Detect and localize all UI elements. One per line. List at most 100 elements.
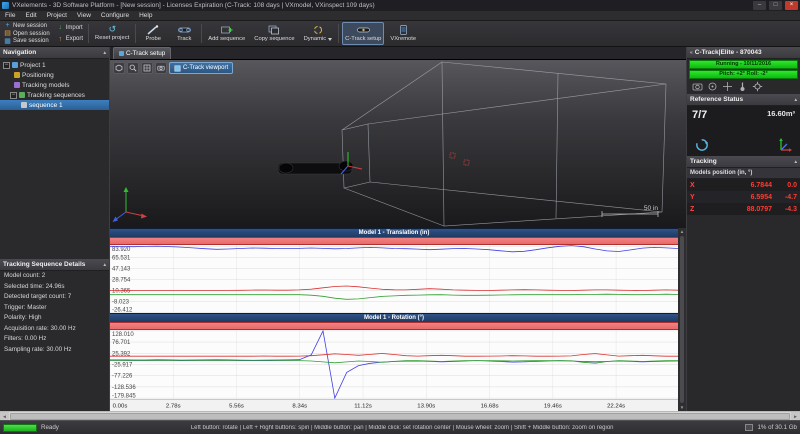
collapse-chevron-icon: ▴ [794, 96, 797, 103]
tracking-header[interactable]: Tracking ▴ [687, 156, 800, 168]
svg-text:11.12s: 11.12s [354, 404, 372, 410]
menu-view[interactable]: View [72, 11, 96, 21]
gear-icon[interactable] [752, 81, 763, 92]
ctrack-viewport-toggle[interactable]: C-Track viewport [169, 62, 234, 74]
svg-text:10.365: 10.365 [112, 288, 131, 294]
tree-item-tracking-models[interactable]: Tracking models [0, 80, 109, 90]
tree-item-positioning[interactable]: Positioning [0, 70, 109, 80]
camera-icon[interactable] [692, 81, 703, 92]
reference-status-header[interactable]: Reference Status ▴ [687, 94, 800, 106]
rotation-chart-selection-band[interactable] [110, 322, 678, 330]
menu-configure[interactable]: Configure [96, 11, 134, 21]
expander-icon[interactable]: − [10, 91, 17, 99]
import-button[interactable]: ↓ Import [55, 24, 85, 32]
collapse-panel-icon[interactable]: « [690, 50, 693, 56]
reset-project-label: Reset project [95, 35, 130, 42]
position-row-y: Y 6.5954 -4.7 [687, 191, 800, 203]
project-tree: − Project 1 Positioning Tracking models … [0, 59, 109, 259]
status-ready: Ready [41, 424, 59, 431]
detail-row: Sampling rate: 30.00 Hz [4, 345, 72, 353]
maximize-button[interactable]: □ [769, 1, 782, 10]
svg-text:-128.536: -128.536 [112, 385, 136, 391]
svg-text:19.46s: 19.46s [544, 404, 562, 410]
tab-ctrack-setup[interactable]: C-Track setup [113, 47, 172, 59]
sequence-details-header[interactable]: Tracking Sequence Details ▴ [0, 259, 109, 271]
navigation-panel: Navigation ▴ − Project 1 Positioning Tra… [0, 47, 110, 411]
dropdown-caret-icon [328, 37, 333, 41]
crosshair-icon[interactable] [722, 81, 733, 92]
detail-row: Model count: 2 [4, 272, 46, 279]
translation-chart[interactable]: 83.920 65.531 47.143 28.754 10.365 -8.023 -26.… [110, 245, 678, 313]
axis-label: Z [690, 205, 695, 213]
tracking-models-icon [14, 82, 20, 88]
scroll-down-icon[interactable]: ▼ [680, 404, 684, 411]
navigation-header[interactable]: Navigation ▴ [0, 47, 109, 59]
main-toolbar: + New session ▤ Open session ▦ Save sess… [0, 21, 800, 47]
svg-text:16.68s: 16.68s [481, 404, 499, 410]
rotation-chart-plot[interactable]: 128.01076.70125.392-25.917-77.226-128.53… [110, 330, 678, 399]
tree-item-label: sequence 1 [29, 101, 63, 109]
zoom-view-button[interactable] [127, 62, 139, 74]
fit-view-button[interactable] [141, 62, 153, 74]
open-session-button[interactable]: ▤ Open session [2, 30, 52, 38]
save-session-button[interactable]: ▦ Save session [2, 37, 52, 45]
axis-triad-icon [779, 138, 792, 152]
tab-label: C-Track setup [126, 50, 166, 57]
svg-text:128.010: 128.010 [112, 332, 134, 338]
vxremote-icon [399, 24, 407, 35]
viewport-toolbar: C-Track viewport [113, 62, 234, 74]
vxremote-button[interactable]: VXremote [387, 22, 419, 45]
target-icon[interactable] [707, 81, 718, 92]
probe-button[interactable]: Probe [139, 22, 167, 45]
camera-view-button[interactable] [155, 62, 167, 74]
export-button[interactable]: ↑ Export [55, 35, 85, 43]
add-sequence-button[interactable]: Add sequence [205, 22, 248, 45]
close-button[interactable]: × [785, 1, 798, 10]
reference-volume: 16.60m³ [767, 109, 795, 118]
svg-text:22.24s: 22.24s [607, 404, 625, 410]
ctrack-setup-button[interactable]: C-Track setup [342, 22, 385, 45]
probe-label: Probe [145, 35, 161, 42]
minimize-button[interactable]: – [753, 1, 766, 10]
tree-item-project[interactable]: − Project 1 [0, 60, 109, 70]
menu-edit[interactable]: Edit [20, 11, 41, 21]
fit-view-icon [143, 64, 151, 72]
dynamic-label: Dynamic [303, 35, 327, 42]
add-sequence-icon [220, 26, 233, 34]
scroll-up-icon[interactable]: ▲ [680, 228, 684, 235]
translation-chart-selection-band[interactable] [110, 237, 678, 245]
charts-area: Model 1 - Translation (in) 83.920 65.531 4… [110, 228, 686, 411]
new-session-label: New session [13, 22, 48, 29]
save-session-label: Save session [13, 38, 49, 45]
track-button[interactable]: Track [170, 22, 198, 45]
expander-icon[interactable]: − [3, 61, 10, 69]
translation-chart-plot[interactable]: 83.920 65.531 47.143 28.754 10.365 -8.023 -26.… [110, 245, 678, 313]
tree-item-sequence-1[interactable]: sequence 1 [0, 100, 109, 110]
scrollbar-thumb[interactable] [10, 412, 790, 420]
tree-item-label: Positioning [22, 71, 54, 79]
rotation-chart[interactable]: 128.010 76.701 25.392 -25.917 -77.226 -128.53… [110, 330, 678, 399]
refresh-icon[interactable] [694, 137, 710, 153]
main-area: Navigation ▴ − Project 1 Positioning Tra… [0, 47, 800, 411]
export-label: Export [65, 36, 84, 43]
charts-vertical-scrollbar[interactable]: ▲ ▼ [678, 228, 686, 411]
3d-scene[interactable] [110, 60, 686, 228]
tree-item-tracking-sequences[interactable]: − Tracking sequences [0, 90, 109, 100]
ctrack-panel-header[interactable]: « C-Track|Elite - 870043 [687, 47, 800, 59]
ctrack-setup-label: C-Track setup [345, 35, 382, 42]
reset-project-button[interactable]: ↺ Reset project [92, 22, 132, 45]
collapse-chevron-icon: ▴ [794, 158, 797, 165]
new-session-button[interactable]: + New session [2, 22, 52, 30]
menu-project[interactable]: Project [42, 11, 72, 21]
rotation-value: -4.7 [784, 193, 797, 201]
scrollbar-thumb[interactable] [680, 236, 684, 403]
view-cube-button[interactable] [113, 62, 125, 74]
thermometer-icon[interactable] [737, 81, 748, 92]
horizontal-scrollbar[interactable]: ◄ ► [0, 411, 800, 421]
copy-sequence-button[interactable]: Copy sequence [251, 22, 297, 45]
menu-file[interactable]: File [0, 11, 20, 21]
dynamic-button[interactable]: Dynamic [301, 22, 336, 45]
menu-help[interactable]: Help [134, 11, 157, 21]
copy-sequence-icon [269, 25, 280, 35]
viewport-3d[interactable]: C-Track viewport 50 in [110, 60, 686, 228]
